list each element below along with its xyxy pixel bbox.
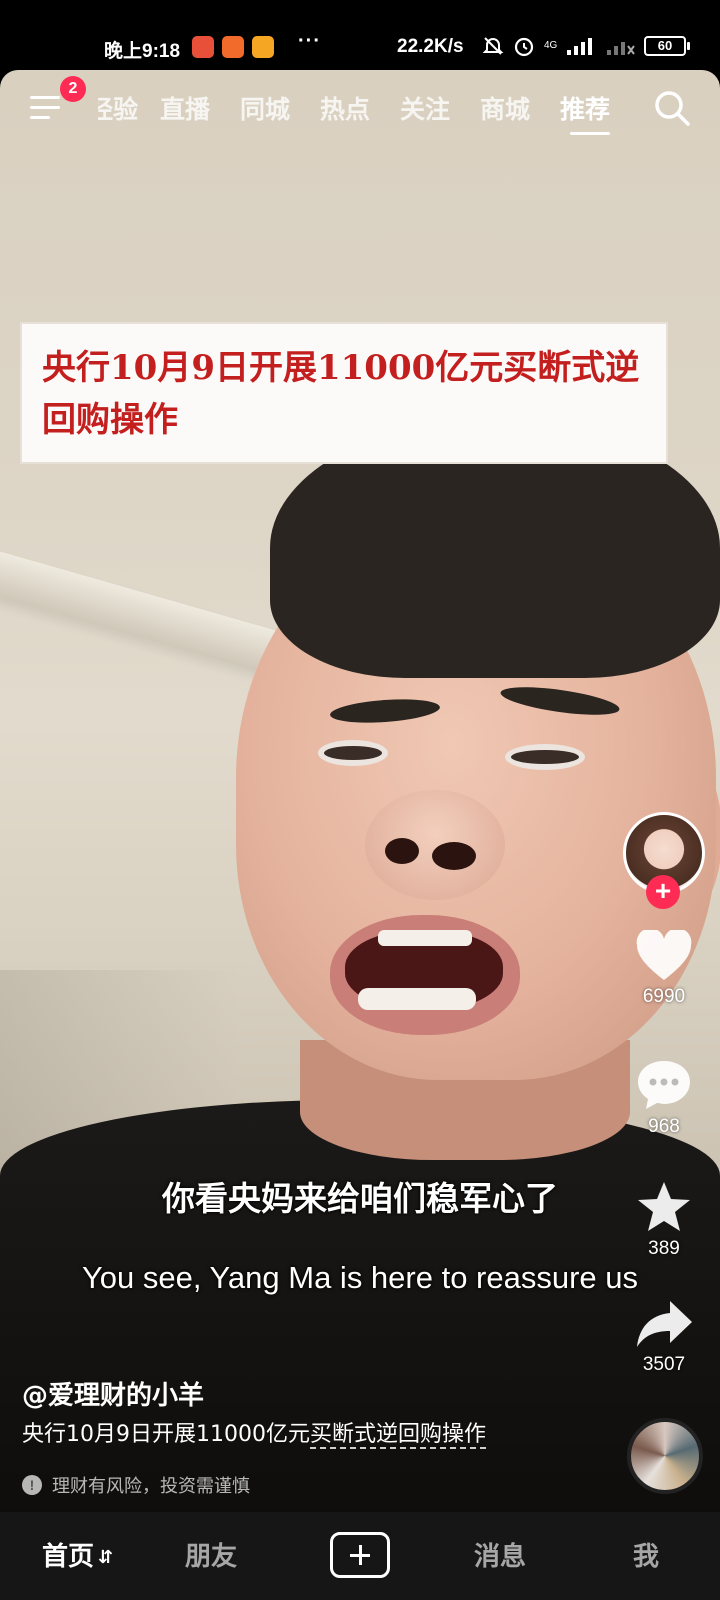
battery-icon: 60 [644, 36, 690, 56]
caption-text: 央行10月9日开展11000亿元 [22, 1422, 310, 1447]
tab-live[interactable]: 直播 [160, 90, 210, 126]
status-bar: 晚上9:18 ··· 22.2K/s 4G 60 [0, 0, 720, 70]
search-icon[interactable] [652, 88, 692, 128]
notification-icons [192, 36, 274, 58]
nav-friends[interactable]: 朋友 [185, 1536, 237, 1573]
risk-notice-text: 理财有风险，投资需谨慎 [52, 1476, 250, 1497]
create-post-button[interactable] [330, 1532, 390, 1578]
notification-badge: 2 [60, 76, 86, 102]
bottom-nav: 首页 ⇵ 朋友 消息 我 [0, 1512, 720, 1600]
presenter-nostril [385, 838, 419, 864]
more-notifications-icon: ··· [298, 30, 321, 52]
like-button[interactable]: 6990 [620, 928, 708, 1008]
tab-trending[interactable]: 热点 [320, 90, 370, 126]
alarm-icon [514, 37, 534, 57]
share-button[interactable]: 3507 [620, 1298, 708, 1376]
presenter-shirt [0, 1100, 720, 1520]
mute-bell-icon [482, 37, 504, 55]
refresh-arrows-icon: ⇵ [98, 1547, 114, 1568]
tab-experience[interactable]: 经验 [98, 90, 138, 126]
system-icons: 4G 60 [482, 34, 690, 58]
headline-card: 央行10月9日开展11000亿元买断式逆回购操作 [20, 322, 668, 464]
tab-mall[interactable]: 商城 [480, 90, 530, 126]
favorite-button[interactable]: 389 [620, 1180, 708, 1260]
presenter-eye [505, 744, 585, 770]
presenter-eye [318, 740, 388, 766]
caption-search-link[interactable]: 买断式逆回购操作 [309, 1422, 486, 1449]
clock: 晚上9:18 [104, 41, 181, 62]
nav-me[interactable]: 我 [633, 1536, 659, 1573]
comment-icon [638, 1061, 690, 1109]
info-icon: ! [22, 1475, 42, 1495]
favorite-count: 389 [648, 1238, 680, 1259]
author-name[interactable]: @爱理财的小羊 [22, 1375, 204, 1412]
nav-messages[interactable]: 消息 [474, 1536, 526, 1573]
tab-recommended[interactable]: 推荐 [560, 90, 610, 126]
heart-icon [636, 928, 692, 980]
comment-button[interactable]: 968 [620, 1058, 708, 1138]
subtitle-chinese: 你看央妈来给咱们稳军心了 [162, 1179, 558, 1218]
tab-following[interactable]: 关注 [400, 90, 450, 126]
presenter-teeth [378, 930, 472, 946]
subtitle-english: You see, Yang Ma is here to reassure us [81, 1260, 639, 1295]
app-notification-icon [222, 36, 244, 58]
share-count: 3507 [642, 1354, 686, 1375]
tab-nearby[interactable]: 同城 [240, 90, 290, 126]
network-type: 4G [544, 40, 558, 51]
top-nav: 2 经验 直播 同城 热点 关注 商城 推荐 [0, 70, 720, 146]
nav-home-label: 首页 [42, 1542, 95, 1572]
signal-icon [567, 38, 592, 55]
comment-count: 968 [648, 1116, 680, 1137]
share-icon [637, 1301, 692, 1347]
network-speed: 22.2K/s [397, 36, 464, 57]
post-caption: 央行10月9日开展11000亿元买断式逆回购操作 [22, 1416, 486, 1449]
like-count: 6990 [642, 986, 686, 1007]
active-tab-indicator [570, 132, 610, 135]
music-disc[interactable] [627, 1418, 703, 1494]
app-notification-icon [192, 36, 214, 58]
headline-text: 央行10月9日开展11000亿元买断式逆回购操作 [42, 348, 640, 440]
menu-icon[interactable] [30, 94, 64, 122]
follow-button[interactable]: + [646, 875, 680, 909]
app-notification-icon [252, 36, 274, 58]
presenter-teeth [358, 988, 476, 1010]
star-icon [638, 1182, 690, 1231]
nav-home[interactable]: 首页 ⇵ [42, 1536, 113, 1573]
risk-notice: ! 理财有风险，投资需谨慎 [22, 1472, 250, 1498]
presenter-nostril [432, 842, 476, 870]
signal-no-sim-icon [607, 42, 635, 55]
